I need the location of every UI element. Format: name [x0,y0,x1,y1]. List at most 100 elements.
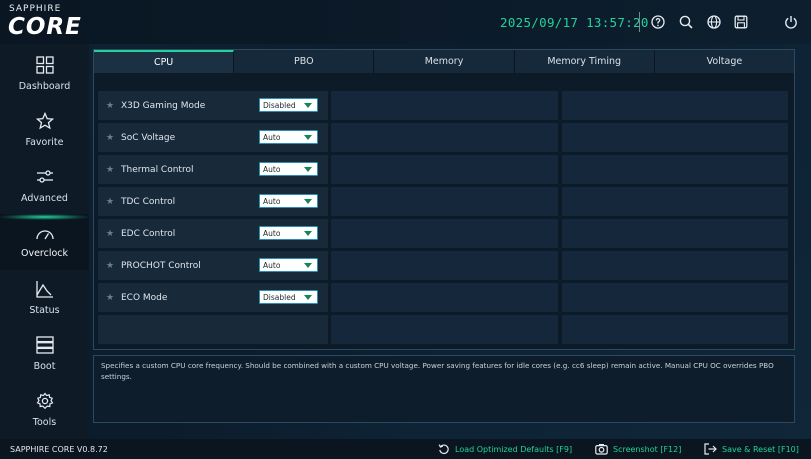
row-cell [562,219,788,248]
tab-voltage[interactable]: Voltage [654,50,795,73]
dropdown-value: Auto [263,165,281,174]
sidebar-item-boot[interactable]: Boot [0,326,89,382]
sidebar-item-dashboard[interactable]: Dashboard [0,46,89,102]
screenshot-button[interactable]: Screenshot [F12] [595,442,681,456]
search-icon[interactable] [677,13,695,31]
setting-dropdown[interactable]: Auto [259,130,318,144]
setting-row-eco-mode: ★ ECO Mode Disabled [98,283,788,312]
favorite-star-icon[interactable]: ★ [106,165,114,175]
favorite-star-icon[interactable]: ★ [106,197,114,207]
dropdown-arrow-icon [304,231,312,236]
top-bar: SAPPHIRE CORE 2025/09/17 13:57:20 [0,0,811,44]
dropdown-arrow-icon [304,135,312,140]
chart-icon [35,280,54,302]
favorite-star-icon[interactable]: ★ [106,101,114,111]
reset-icon [438,443,450,455]
setting-label: TDC Control [121,196,176,207]
globe-icon[interactable] [705,13,723,31]
settings-panel: CPU PBO Memory Memory Timing Voltage ★ X… [93,49,795,350]
favorite-star-icon[interactable]: ★ [106,133,114,143]
power-icon[interactable] [782,13,800,31]
save-reset-button[interactable]: Save & Reset [F10] [704,442,799,456]
row-cell [331,251,558,280]
status-bar: SAPPHIRE CORE V0.8.72 Load Optimized Def… [0,439,811,459]
exit-icon [704,443,717,455]
dropdown-arrow-icon [304,167,312,172]
dropdown-value: Disabled [263,101,296,110]
setting-dropdown[interactable]: Auto [259,226,318,240]
load-defaults-button[interactable]: Load Optimized Defaults [F9] [438,442,572,456]
save-reset-label: Save & Reset [F10] [722,444,799,454]
row-cell [331,155,558,184]
setting-row-tdc-control: ★ TDC Control Auto [98,187,788,216]
tab-pbo[interactable]: PBO [234,50,375,73]
sidebar-item-favorite[interactable]: Favorite [0,102,89,158]
favorite-star-icon[interactable]: ★ [106,293,114,303]
row-cell [562,91,788,120]
sidebar-item-label: Favorite [25,137,64,148]
save-icon[interactable] [732,13,750,31]
help-text: Specifies a custom CPU core frequency. S… [101,361,774,381]
favorite-star-icon[interactable]: ★ [106,229,114,239]
gear-icon [36,392,54,414]
setting-dropdown[interactable]: Auto [259,162,318,176]
setting-row-edc-control: ★ EDC Control Auto [98,219,788,248]
datetime: 2025/09/17 13:57:20 [500,15,649,30]
setting-label: SoC Voltage [121,132,176,143]
row-cell [562,155,788,184]
boot-icon [35,336,54,358]
row-cell [331,315,558,344]
help-icon[interactable] [649,13,667,31]
sidebar-item-tools[interactable]: Tools [0,382,89,438]
row-cell [331,283,558,312]
row-cell [98,315,328,344]
setting-label: X3D Gaming Mode [121,100,206,111]
star-icon [35,111,54,134]
setting-label: EDC Control [121,228,176,239]
setting-dropdown[interactable]: Disabled [259,98,318,112]
row-cell [331,91,558,120]
load-defaults-label: Load Optimized Defaults [F9] [455,444,573,454]
tab-memory[interactable]: Memory [374,50,515,73]
sidebar-item-status[interactable]: Status [0,270,89,326]
sliders-icon [36,168,54,190]
sidebar: Dashboard Favorite Advanced Overclock St… [0,44,89,439]
sidebar-item-label: Status [29,305,60,316]
dropdown-value: Auto [263,133,281,142]
setting-dropdown[interactable]: Auto [259,194,318,208]
row-cell [562,123,788,152]
tab-cpu[interactable]: CPU [94,50,235,73]
row-cell [331,219,558,248]
row-cell [562,187,788,216]
dropdown-arrow-icon [304,199,312,204]
sidebar-item-label: Advanced [21,193,68,204]
dropdown-value: Disabled [263,293,296,302]
logo-title: CORE [8,14,82,40]
dropdown-value: Auto [263,261,281,270]
row-cell [562,283,788,312]
logo-brand: SAPPHIRE [9,4,62,14]
tab-memory-timing[interactable]: Memory Timing [514,50,655,73]
version-label: SAPPHIRE CORE V0.8.72 [10,445,108,454]
setting-dropdown[interactable]: Auto [259,258,318,272]
setting-label: Thermal Control [121,164,194,175]
sidebar-item-label: Overclock [20,247,69,259]
dropdown-value: Auto [263,229,281,238]
sidebar-item-advanced[interactable]: Advanced [0,158,89,214]
dropdown-arrow-icon [304,295,312,300]
row-cell [562,251,788,280]
screenshot-label: Screenshot [F12] [613,444,682,454]
setting-label: ECO Mode [121,292,168,303]
dashboard-icon [35,56,54,78]
setting-dropdown[interactable]: Disabled [259,290,318,304]
favorite-star-icon[interactable]: ★ [106,261,114,271]
dropdown-value: Auto [263,197,281,206]
sidebar-item-label: Tools [32,417,57,428]
sidebar-item-label: Dashboard [18,81,71,92]
setting-row-empty [98,315,788,344]
row-cell [331,123,558,152]
dropdown-arrow-icon [304,263,312,268]
setting-row-thermal-control: ★ Thermal Control Auto [98,155,788,184]
sidebar-item-label: Boot [33,361,56,372]
sidebar-item-overclock[interactable]: Overclock [0,214,89,270]
